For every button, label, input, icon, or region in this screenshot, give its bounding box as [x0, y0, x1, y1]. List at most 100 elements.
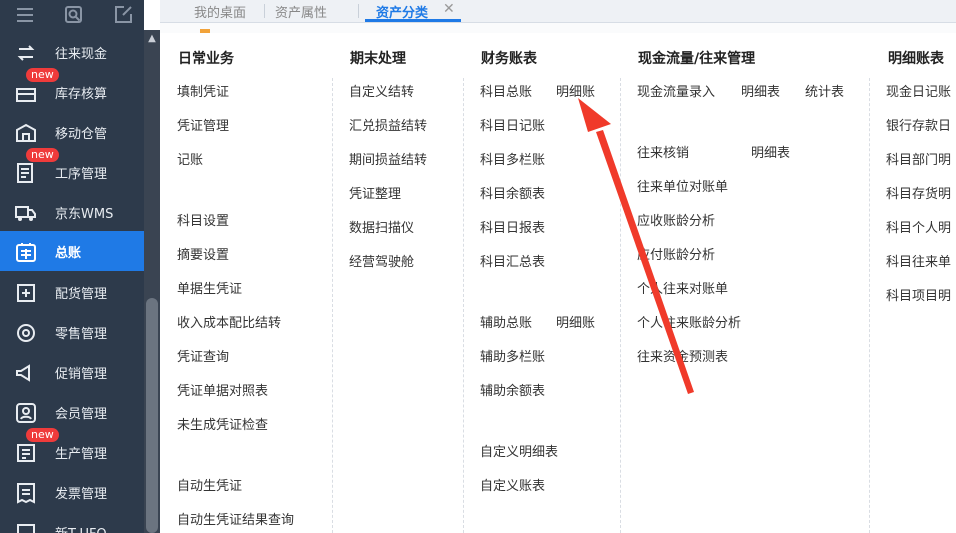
menu-item[interactable]: 凭证查询 [177, 346, 229, 365]
sidebar-item-process[interactable]: new 工序管理 [0, 148, 144, 192]
column-divider [869, 78, 870, 533]
menu-item[interactable]: 科目部门明 [886, 149, 951, 168]
sidebar-item-distribution[interactable]: 配货管理 [0, 272, 144, 312]
sidebar-item-invoice[interactable]: 发票管理 [0, 472, 144, 512]
menu-item[interactable]: 汇兑损益结转 [349, 115, 427, 134]
menu-item[interactable]: 明细表 [741, 81, 780, 100]
edit-icon[interactable] [112, 4, 134, 26]
tab-asset-attributes[interactable]: 资产属性 [275, 2, 327, 21]
sidebar-item-label: 新T-UFO [55, 523, 107, 533]
process-icon [14, 161, 38, 185]
new-badge: new [26, 68, 59, 82]
menu-item[interactable]: 自动生凭证 [177, 475, 242, 494]
sidebar-item-general-ledger[interactable]: 总账 [0, 231, 144, 271]
menu-item[interactable]: 银行存款日 [886, 115, 951, 134]
menu-item[interactable]: 科目往来单 [886, 251, 951, 270]
menu-item[interactable]: 自定义明细表 [480, 441, 558, 460]
menu-item[interactable]: 辅助多栏账 [480, 346, 545, 365]
menu-item[interactable]: 自动生凭证结果查询 [177, 509, 294, 528]
sidebar-item-production[interactable]: new 生产管理 [0, 428, 144, 472]
menu-item[interactable]: 辅助余额表 [480, 380, 545, 399]
sidebar-top-toolbar [0, 0, 144, 30]
tab-divider [358, 4, 359, 18]
close-tab-icon[interactable]: ✕ [443, 1, 455, 17]
menu-item[interactable]: 现金日记账 [886, 81, 951, 100]
menu-item[interactable]: 辅助总账 [480, 312, 532, 331]
menu-item[interactable]: 收入成本配比结转 [177, 312, 281, 331]
sidebar-item-inventory[interactable]: new 库存核算 [0, 68, 144, 112]
inventory-icon [14, 81, 38, 105]
tab-bar: 我的桌面 资产属性 资产分类 [160, 0, 956, 23]
sidebar-item-jd-wms[interactable]: 京东WMS [0, 192, 144, 232]
menu-item[interactable]: 科目多栏账 [480, 149, 545, 168]
menu-item[interactable]: 科目设置 [177, 210, 229, 229]
menu-item[interactable]: 科目个人明 [886, 217, 951, 236]
sidebar-item-label: 生产管理 [55, 447, 108, 462]
sidebar-item-label: 会员管理 [55, 407, 108, 422]
menu-item[interactable]: 科目日记账 [480, 115, 545, 134]
invoice-icon [14, 481, 38, 505]
menu-item[interactable]: 凭证整理 [349, 183, 401, 202]
sidebar-item-label: 促销管理 [55, 367, 108, 382]
menu-item[interactable]: 经营驾驶舱 [349, 251, 414, 270]
member-icon [14, 401, 38, 425]
sidebar-item-retail[interactable]: 零售管理 [0, 312, 144, 352]
scroll-up-icon[interactable]: ▲ [146, 32, 158, 46]
menu-item[interactable]: 个人往来账龄分析 [637, 312, 741, 331]
ledger-icon [14, 240, 38, 264]
menu-item[interactable]: 科目项目明 [886, 285, 951, 304]
sidebar-item-label: 京东WMS [55, 207, 114, 222]
menu-item[interactable]: 现金流量录入 [637, 81, 715, 100]
sidebar-item-label: 配货管理 [55, 287, 108, 302]
menu-item[interactable]: 应收账龄分析 [637, 210, 715, 229]
scrollbar-thumb[interactable] [146, 298, 158, 533]
menu-item[interactable]: 凭证单据对照表 [177, 380, 268, 399]
menu-item[interactable]: 往来单位对账单 [637, 176, 728, 195]
new-badge: new [26, 428, 59, 442]
menu-item[interactable]: 自定义结转 [349, 81, 414, 100]
menu-item[interactable]: 个人往来对账单 [637, 278, 728, 297]
truck-icon [14, 201, 38, 225]
menu-item[interactable]: 明细账 [556, 312, 595, 331]
menu-item[interactable]: 应付账龄分析 [637, 244, 715, 263]
menu-item[interactable]: 数据扫描仪 [349, 217, 414, 236]
retail-icon [14, 321, 38, 345]
menu-item[interactable]: 科目存货明 [886, 183, 951, 202]
menu-item[interactable]: 摘要设置 [177, 244, 229, 263]
sidebar-item-member[interactable]: 会员管理 [0, 392, 144, 432]
header-financial-reports: 财务账表 [481, 51, 537, 67]
menu-item[interactable]: 明细表 [751, 142, 790, 161]
sidebar-item-cash[interactable]: 往来现金 [0, 32, 144, 72]
warehouse-icon [14, 121, 38, 145]
sidebar-item-t-ufo[interactable]: 新T-UFO [0, 512, 144, 533]
production-icon [14, 441, 38, 465]
sidebar-item-label: 库存核算 [55, 87, 108, 102]
sidebar-item-label: 移动仓管 [55, 127, 108, 142]
menu-item[interactable]: 往来资金预测表 [637, 346, 728, 365]
menu-item[interactable]: 科目汇总表 [480, 251, 545, 270]
menu-item[interactable]: 未生成凭证检查 [177, 414, 268, 433]
menu-item[interactable]: 科目余额表 [480, 183, 545, 202]
menu-item[interactable]: 科目日报表 [480, 217, 545, 236]
menu-item[interactable]: 单据生凭证 [177, 278, 242, 297]
distribution-icon [14, 281, 38, 305]
header-period-end: 期末处理 [350, 51, 406, 67]
tab-my-desktop[interactable]: 我的桌面 [194, 2, 246, 21]
sidebar-item-promotion[interactable]: 促销管理 [0, 352, 144, 392]
menu-item[interactable]: 期间损益结转 [349, 149, 427, 168]
sidebar-item-label: 零售管理 [55, 327, 108, 342]
sidebar-item-mobile-warehouse[interactable]: 移动仓管 [0, 112, 144, 152]
menu-item[interactable]: 记账 [177, 149, 203, 168]
column-divider [620, 78, 621, 533]
menu-item[interactable]: 凭证管理 [177, 115, 229, 134]
menu-item[interactable]: 科目总账 [480, 81, 532, 100]
menu-item[interactable]: 自定义账表 [480, 475, 545, 494]
menu-item-detail-ledger[interactable]: 明细账 [556, 81, 595, 100]
menu-icon[interactable] [14, 4, 36, 26]
header-detail-reports: 明细账表 [888, 51, 944, 67]
column-divider [332, 78, 333, 533]
menu-item[interactable]: 填制凭证 [177, 81, 229, 100]
menu-item[interactable]: 统计表 [805, 81, 844, 100]
menu-item[interactable]: 往来核销 [637, 142, 689, 161]
search-icon[interactable] [63, 4, 85, 26]
